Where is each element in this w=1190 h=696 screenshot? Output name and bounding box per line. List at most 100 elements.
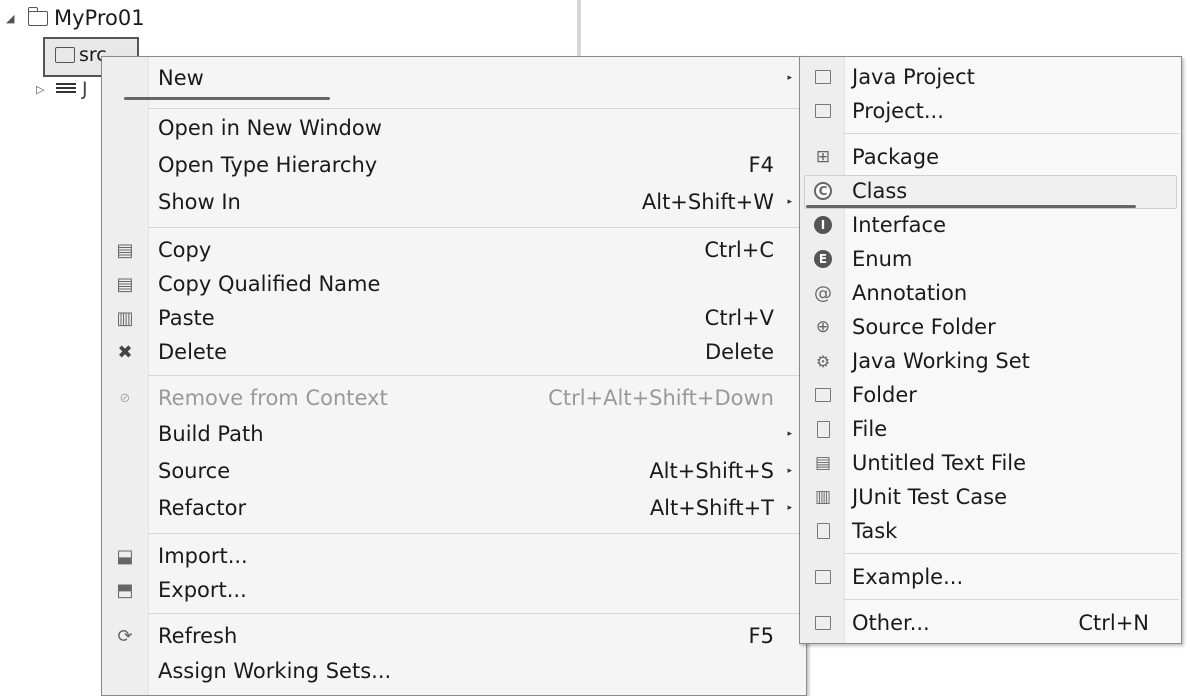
menu-item-label: Refactor	[158, 496, 247, 520]
submenu-item-interface[interactable]: I Interface	[800, 208, 1181, 242]
menu-item-copy-qualified-name[interactable]: ▤ Copy Qualified Name	[102, 267, 806, 301]
remove-context-icon: ⊘	[119, 390, 131, 406]
tree-item-src[interactable]: src	[55, 44, 107, 66]
working-set-icon: ⚙	[815, 351, 831, 371]
submenu-item-file[interactable]: File	[800, 412, 1181, 446]
menu-item-label: File	[852, 417, 888, 441]
menu-item-show-in[interactable]: Show In Alt+Shift+W ▸	[102, 185, 806, 219]
submenu-item-example[interactable]: Example...	[800, 560, 1181, 594]
menu-item-shortcut: F4	[748, 153, 774, 177]
menu-item-shortcut: Ctrl+Alt+Shift+Down	[548, 386, 774, 410]
export-icon: ⬒	[116, 579, 134, 601]
menu-item-new[interactable]: New ▸	[102, 61, 806, 95]
folder-icon	[812, 384, 834, 406]
menu-item-shortcut: Ctrl+C	[704, 238, 774, 262]
interface-icon: I	[812, 214, 834, 236]
view-divider	[577, 0, 581, 56]
submenu-item-class[interactable]: C Class	[800, 174, 1181, 208]
menu-item-label: New	[158, 66, 204, 90]
menu-separator	[148, 227, 804, 228]
menu-separator	[148, 375, 804, 376]
menu-item-label: Open in New Window	[158, 116, 382, 140]
example-icon	[812, 566, 834, 588]
new-submenu: Java Project Project... ⊞ Package C Clas…	[799, 56, 1182, 644]
menu-item-label: Assign Working Sets...	[158, 659, 392, 683]
menu-item-copy[interactable]: ▤ Copy Ctrl+C	[102, 233, 806, 267]
menu-item-label: Delete	[158, 340, 227, 364]
menu-item-assign-working-sets[interactable]: Assign Working Sets...	[102, 654, 806, 688]
menu-item-remove-from-context: ⊘ Remove from Context Ctrl+Alt+Shift+Dow…	[102, 381, 806, 415]
submenu-item-other[interactable]: Other... Ctrl+N	[800, 606, 1181, 640]
menu-item-label: Source	[158, 459, 231, 483]
menu-item-label: Project...	[852, 99, 944, 123]
menu-item-label: Export...	[158, 578, 247, 602]
task-icon	[812, 520, 834, 542]
source-folder-icon: ⊕	[815, 317, 831, 337]
context-menu: New ▸ Open in New Window Open Type Hiera…	[101, 56, 807, 696]
menu-item-label: Untitled Text File	[852, 451, 1027, 475]
paste-icon: ▥	[116, 307, 134, 329]
submenu-item-source-folder[interactable]: ⊕ Source Folder	[800, 310, 1181, 344]
refresh-icon: ⟳	[117, 625, 133, 647]
source-folder-icon	[55, 47, 75, 63]
menu-item-refactor[interactable]: Refactor Alt+Shift+T ▸	[102, 491, 806, 525]
java-project-icon	[812, 66, 834, 88]
submenu-item-package[interactable]: ⊞ Package	[800, 140, 1181, 174]
submenu-item-junit-test-case[interactable]: ▥ JUnit Test Case	[800, 480, 1181, 514]
menu-item-label: Interface	[852, 213, 947, 237]
menu-item-delete[interactable]: ✖ Delete Delete	[102, 335, 806, 369]
menu-item-label: Refresh	[158, 624, 238, 648]
annotation-icon: @	[814, 282, 832, 304]
menu-item-label: Source Folder	[852, 315, 996, 339]
submenu-item-folder[interactable]: Folder	[800, 378, 1181, 412]
menu-item-label: Example...	[852, 565, 964, 589]
menu-item-label: Remove from Context	[158, 386, 388, 410]
menu-item-shortcut: Delete	[705, 340, 774, 364]
menu-item-label: Java Working Set	[852, 349, 1030, 373]
menu-item-open-new-window[interactable]: Open in New Window	[102, 111, 806, 145]
menu-separator	[844, 553, 1179, 554]
menu-separator	[844, 133, 1179, 134]
submenu-arrow-icon: ▸	[787, 466, 792, 476]
menu-item-shortcut: Alt+Shift+S	[649, 459, 774, 483]
menu-item-source[interactable]: Source Alt+Shift+S ▸	[102, 454, 806, 488]
menu-item-label: Task	[852, 519, 898, 543]
submenu-arrow-icon: ▸	[787, 503, 792, 513]
menu-item-label: Show In	[158, 190, 241, 214]
submenu-item-java-project[interactable]: Java Project	[800, 60, 1181, 94]
submenu-item-annotation[interactable]: @ Annotation	[800, 276, 1181, 310]
menu-item-label: Java Project	[852, 65, 975, 89]
menu-item-label: Import...	[158, 544, 248, 568]
submenu-item-untitled-text-file[interactable]: ▤ Untitled Text File	[800, 446, 1181, 480]
project-icon	[812, 100, 834, 122]
menu-item-label: Copy Qualified Name	[158, 272, 381, 296]
text-file-icon: ▤	[814, 453, 832, 473]
menu-item-label: Package	[852, 145, 940, 169]
menu-item-refresh[interactable]: ⟳ Refresh F5	[102, 619, 806, 653]
menu-separator	[148, 613, 804, 614]
menu-item-label: Build Path	[158, 422, 264, 446]
submenu-item-enum[interactable]: E Enum	[800, 242, 1181, 276]
submenu-item-project[interactable]: Project...	[800, 94, 1181, 128]
submenu-item-java-working-set[interactable]: ⚙ Java Working Set	[800, 344, 1181, 378]
menu-item-label: Class	[852, 179, 908, 203]
menu-item-shortcut: Ctrl+N	[1078, 611, 1149, 635]
expand-twisty-icon[interactable]: ◢	[6, 12, 20, 25]
menu-item-paste[interactable]: ▥ Paste Ctrl+V	[102, 301, 806, 335]
menu-item-import[interactable]: ⬓ Import...	[102, 539, 806, 573]
import-icon: ⬓	[116, 545, 134, 567]
menu-separator	[148, 533, 804, 534]
menu-item-shortcut: Alt+Shift+T	[649, 496, 774, 520]
menu-item-open-type-hierarchy[interactable]: Open Type Hierarchy F4	[102, 148, 806, 182]
tree-item-jre[interactable]: ▷ J	[36, 78, 88, 100]
submenu-arrow-icon: ▸	[787, 73, 792, 83]
menu-item-shortcut: F5	[748, 624, 774, 648]
menu-item-build-path[interactable]: Build Path ▸	[102, 417, 806, 451]
menu-separator	[148, 108, 804, 109]
tree-item-project[interactable]: ◢ MyPro01	[6, 6, 145, 30]
library-icon	[56, 83, 76, 95]
submenu-item-task[interactable]: Task	[800, 514, 1181, 548]
collapse-twisty-icon[interactable]: ▷	[36, 83, 50, 96]
menu-item-export[interactable]: ⬒ Export...	[102, 573, 806, 607]
class-icon: C	[812, 180, 834, 202]
